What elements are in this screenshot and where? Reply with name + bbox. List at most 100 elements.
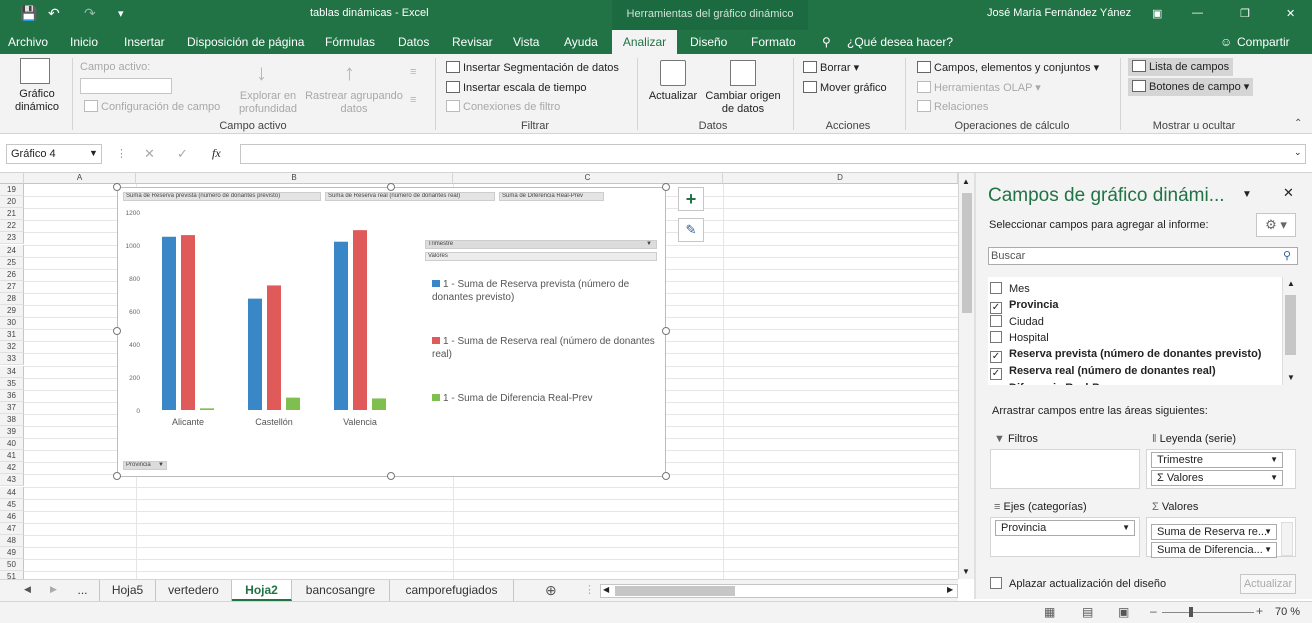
bar-alicante-series-1[interactable] <box>162 236 176 410</box>
sheet-tab-bancosangre[interactable]: bancosangre <box>292 580 390 601</box>
value-field-button-2[interactable]: Suma de Reserva real (número de donantes… <box>325 192 495 201</box>
lista-campos-button[interactable]: Lista de campos <box>1128 58 1234 76</box>
tab-diseno[interactable]: Diseño <box>690 30 727 54</box>
row-header[interactable]: 36 <box>0 389 24 402</box>
formula-input[interactable] <box>240 144 1306 164</box>
row-header[interactable]: 30 <box>0 317 24 330</box>
chart-styles-icon[interactable]: ✎ <box>678 218 704 242</box>
name-box[interactable]: Gráfico 4 <box>6 144 102 164</box>
tell-me-input[interactable]: ¿Qué desea hacer? <box>847 30 953 54</box>
tab-revisar[interactable]: Revisar <box>452 30 493 54</box>
defer-checkbox[interactable] <box>990 577 1002 589</box>
column-header-d[interactable]: D <box>723 173 958 184</box>
ejes-area[interactable]: Provincia ▼ <box>990 517 1140 557</box>
name-box-dropdown-icon[interactable]: ▼ <box>89 148 98 158</box>
undo-icon[interactable]: ↶ <box>48 5 60 22</box>
tab-inicio[interactable]: Inicio <box>70 30 98 54</box>
enter-icon[interactable]: ✓ <box>177 146 188 162</box>
resize-handle[interactable] <box>662 472 670 480</box>
dropdown-arrow-icon[interactable]: ▼ <box>1264 525 1272 539</box>
cambiar-origen-button[interactable]: Cambiar origen de datos <box>700 90 786 116</box>
bar-castellón-series-3[interactable] <box>286 397 300 410</box>
field-checkbox[interactable] <box>990 282 1002 294</box>
chart-elements-icon[interactable]: + <box>678 187 704 211</box>
field-checkbox[interactable]: ✓ <box>990 368 1002 380</box>
field-item[interactable]: ✓Diferencia Real-Prev <box>990 380 1280 385</box>
column-header-b[interactable]: B <box>136 173 453 184</box>
insertar-escala-button[interactable]: Insertar escala de tiempo <box>446 81 587 94</box>
leyenda-item-valores[interactable]: Σ Valores ▼ <box>1151 470 1283 486</box>
select-all-corner[interactable] <box>0 173 24 184</box>
expand-formula-icon[interactable]: ⌄ <box>1294 147 1302 158</box>
scroll-up-icon[interactable]: ▲ <box>962 177 970 186</box>
close-icon[interactable]: ✕ <box>1286 7 1295 20</box>
ejes-item-provincia[interactable]: Provincia ▼ <box>995 520 1135 536</box>
relaciones-button[interactable]: Relaciones <box>917 100 988 113</box>
row-header[interactable]: 35 <box>0 377 24 390</box>
field-list-scrollbar[interactable]: ▲ ▼ <box>1282 277 1298 385</box>
bar-valencia-series-2[interactable] <box>353 230 367 410</box>
campo-activo-input[interactable] <box>80 78 172 94</box>
resize-handle[interactable] <box>662 183 670 191</box>
dropdown-arrow-icon[interactable]: ▼ <box>1122 521 1130 535</box>
user-name[interactable]: José María Fernández Yánez <box>987 7 1131 19</box>
tab-vista[interactable]: Vista <box>513 30 539 54</box>
resize-handle[interactable] <box>113 472 121 480</box>
legend-field-button[interactable]: Trimestre ▼ <box>425 240 657 249</box>
tab-datos[interactable]: Datos <box>398 30 429 54</box>
scroll-up-icon[interactable]: ▲ <box>1287 279 1295 288</box>
campos-elementos-button[interactable]: Campos, elementos y conjuntos ▾ <box>917 61 1099 74</box>
field-checkbox[interactable] <box>990 331 1002 343</box>
filtros-area[interactable] <box>990 449 1140 489</box>
explorar-button[interactable]: Explorar en profundidad <box>234 90 302 116</box>
field-item[interactable]: Hospital <box>990 330 1280 346</box>
legend-values-button[interactable]: Valores <box>425 252 657 261</box>
row-header[interactable]: 23 <box>0 232 24 245</box>
row-header[interactable]: 38 <box>0 413 24 426</box>
bar-valencia-series-3[interactable] <box>372 398 386 410</box>
column-header-c[interactable]: C <box>453 173 723 184</box>
defer-update[interactable]: Aplazar actualización del diseño <box>990 577 1166 590</box>
row-header[interactable]: 33 <box>0 353 24 366</box>
customize-qat-icon[interactable]: ▾ <box>118 7 124 20</box>
zoom-slider-thumb[interactable] <box>1189 607 1193 617</box>
bar-alicante-series-2[interactable] <box>181 235 195 410</box>
dropdown-arrow-icon[interactable]: ▼ <box>1264 543 1272 557</box>
redo-icon[interactable]: ↷ <box>84 5 96 22</box>
share-button[interactable]: Compartir <box>1237 30 1290 54</box>
bar-alicante-series-3[interactable] <box>200 408 214 410</box>
dropdown-arrow-icon[interactable]: ▼ <box>1270 471 1278 485</box>
zoom-in-icon[interactable]: + <box>1256 604 1263 618</box>
actualizar-button[interactable]: Actualizar <box>1240 574 1296 594</box>
tab-disposicion[interactable]: Disposición de página <box>187 30 304 54</box>
row-header[interactable]: 20 <box>0 196 24 209</box>
cancel-icon[interactable]: ✕ <box>144 146 155 162</box>
row-header[interactable]: 46 <box>0 510 24 523</box>
scroll-down-icon[interactable]: ▼ <box>962 567 970 576</box>
row-header[interactable]: 41 <box>0 450 24 463</box>
mover-grafico-button[interactable]: Mover gráfico <box>803 81 887 94</box>
row-header[interactable]: 39 <box>0 426 24 439</box>
expand-field-icon[interactable]: ≡ <box>410 66 416 78</box>
row-header[interactable]: 29 <box>0 305 24 318</box>
tab-ayuda[interactable]: Ayuda <box>564 30 598 54</box>
sheet-tab-hoja2[interactable]: Hoja2 <box>232 580 292 601</box>
row-header[interactable]: 21 <box>0 208 24 221</box>
page-layout-icon[interactable]: ▤ <box>1082 605 1093 619</box>
grafico-dinamico-button[interactable]: Gráfico dinámico <box>7 88 67 114</box>
row-header[interactable]: 25 <box>0 256 24 269</box>
pivot-chart-icon[interactable] <box>20 58 50 84</box>
bar-castellón-series-2[interactable] <box>267 285 281 410</box>
rastrear-button[interactable]: Rastrear agrupando datos <box>304 90 404 116</box>
bar-valencia-series-1[interactable] <box>334 241 348 410</box>
valores-area[interactable]: Suma de Reserva re... ▼ Suma de Diferenci… <box>1146 517 1296 558</box>
legend-filter-icon[interactable]: ▼ <box>646 241 652 248</box>
configuracion-campo-button[interactable]: Configuración de campo <box>84 100 220 113</box>
settings-gear-icon[interactable]: ⚙ ▾ <box>1256 213 1296 237</box>
collapse-field-icon[interactable]: ≡ <box>410 94 416 106</box>
search-input[interactable]: Buscar ⚲ <box>988 247 1298 265</box>
collapse-ribbon-icon[interactable]: ⌃ <box>1294 118 1302 129</box>
panel-divider[interactable] <box>974 173 976 599</box>
actualizar-button[interactable]: Actualizar <box>646 90 700 103</box>
leyenda-area[interactable]: Trimestre ▼ Σ Valores ▼ <box>1146 449 1296 489</box>
